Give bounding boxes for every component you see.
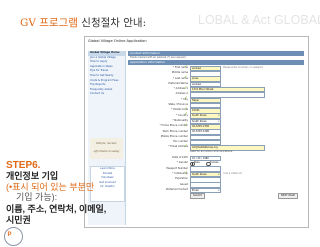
nav-action-box: Learn More Donate Volunteer Get Involved…	[90, 166, 125, 202]
check-icon: ✓	[184, 122, 188, 128]
slide-watermark: LOBAL & Act GLOBAL	[198, 13, 320, 27]
nav-box-item[interactable]: Dr. Greetin	[91, 185, 124, 190]
nav-header[interactable]: Global Village Home	[88, 51, 125, 56]
check-icon: ✓	[184, 112, 188, 118]
form-screenshot: Global Village Online Application Global…	[84, 36, 309, 228]
step-note: (•표시 되어 있는 부분만	[6, 182, 94, 193]
form-row: Submit NEXT PAGE	[128, 192, 304, 200]
step-fields: 이름, 주소, 연락처, 이메일,	[6, 203, 107, 214]
logo-line: affordable housing	[93, 149, 120, 153]
step-title: 개인정보 기입	[6, 171, 59, 181]
check-icon: ✓	[184, 85, 188, 91]
step-description: STEP6. 개인정보 기입 (•표시 되어 있는 부분만 기입 가능): 이름…	[6, 160, 107, 226]
logo-text: P	[7, 232, 12, 238]
left-nav: Global Village Home Join a Global Villag…	[88, 51, 126, 225]
logo-line: Simple, decent,	[95, 141, 118, 145]
email-hint: Used for all online communications.	[190, 149, 233, 153]
app-title: Global Village Online Application	[88, 39, 147, 43]
step-note-end: 기입 가능):	[16, 192, 58, 202]
slide-title: GV 프로그램 신청절차 안내:	[20, 15, 146, 30]
presenter-logo-icon: P	[4, 227, 23, 246]
step-note-text: (•표시 되어 있는 부분만	[6, 181, 95, 192]
check-icon: ✓	[184, 170, 188, 176]
check-icon: ✓	[184, 64, 188, 70]
form-main: Contact Information Fields marked with a…	[128, 51, 304, 225]
step-fields-2: 시민권	[6, 215, 31, 225]
check-icon: ✓	[184, 144, 188, 150]
step-number: STEP6.	[6, 160, 41, 171]
slide-title-orange: GV 프로그램	[20, 17, 78, 29]
check-icon: ✓	[184, 75, 188, 81]
submit-button[interactable]: Submit	[190, 193, 205, 200]
habitat-logo-image: Simple, decent, affordable housing	[90, 138, 123, 159]
check-icon: ✓	[184, 96, 188, 102]
next-page-button[interactable]: NEXT PAGE	[278, 193, 298, 200]
nav-item[interactable]: Contact Us	[88, 92, 125, 97]
slide-title-dark: 신청절차 안내:	[81, 17, 147, 29]
